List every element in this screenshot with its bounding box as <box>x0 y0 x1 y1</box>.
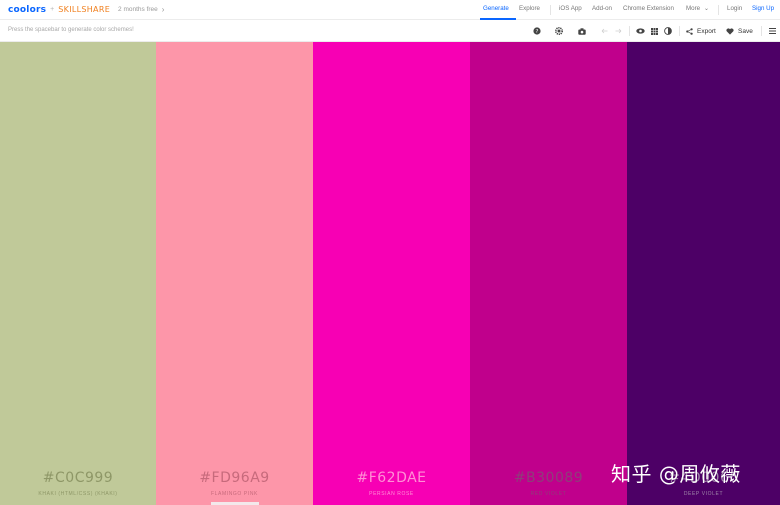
toolbar-divider <box>629 26 630 36</box>
swatch-hex[interactable]: #FD96A9 <box>156 470 313 486</box>
chevron-down-icon: ⌄ <box>703 5 710 12</box>
undo-icon[interactable] <box>599 24 609 38</box>
nav-ios-app[interactable]: iOS App <box>559 5 582 12</box>
swatch-hex[interactable]: #F62DAE <box>313 470 470 486</box>
color-swatch-4[interactable]: #B30089 RED VIOLET <box>470 42 627 505</box>
export-label: Export <box>697 27 716 35</box>
save-label: Save <box>738 27 753 35</box>
swatch-hex[interactable]: #C0C999 <box>0 470 156 486</box>
toolbar-divider <box>761 26 762 36</box>
nav-chrome-extension[interactable]: Chrome Extension <box>623 5 674 12</box>
gear-icon[interactable] <box>554 24 564 38</box>
color-swatch-3[interactable]: #F62DAE PERSIAN ROSE <box>313 42 470 505</box>
help-icon[interactable]: ? <box>532 24 542 38</box>
eye-icon[interactable] <box>635 24 645 38</box>
nav-divider <box>718 5 719 15</box>
color-swatch-2[interactable]: #FD96A9 FLAMINGO PINK <box>156 42 313 505</box>
svg-text:?: ? <box>536 29 539 35</box>
swatch-name: PERSIAN ROSE <box>369 491 414 497</box>
heart-icon <box>726 27 734 35</box>
swatch-name: FLAMINGO PINK <box>211 491 258 497</box>
swatch-hex[interactable]: #B30089 <box>470 470 627 486</box>
toolbar: Press the spacebar to generate color sch… <box>0 20 780 42</box>
login-link[interactable]: Login <box>727 5 742 12</box>
nav-more-label: More <box>686 5 701 12</box>
nav-add-on[interactable]: Add-on <box>592 5 612 12</box>
toolbar-divider <box>679 26 680 36</box>
swatch-name: DEEP VIOLET <box>683 491 724 497</box>
spacebar-hint: Press the spacebar to generate color sch… <box>8 27 134 33</box>
nav-more[interactable]: More ⌄ <box>686 5 709 12</box>
color-palette: #C0C999 KHAKI (HTML/CSS) (KHAKI) #FD96A9… <box>0 42 780 505</box>
redo-icon[interactable] <box>613 24 623 38</box>
nav-generate[interactable]: Generate <box>483 5 509 12</box>
top-navigation-bar: coolors + SKILLSHARE 2 months free › Gen… <box>0 0 780 20</box>
swatch-name: RED VIOLET <box>530 491 567 497</box>
nav-explore[interactable]: Explore <box>519 5 540 12</box>
grid-icon[interactable] <box>649 24 659 38</box>
contrast-icon[interactable] <box>663 24 673 38</box>
save-button[interactable]: Save <box>726 24 756 38</box>
camera-icon[interactable] <box>577 24 587 38</box>
swatch-name: KHAKI (HTML/CSS) (KHAKI) <box>38 491 118 497</box>
signup-link[interactable]: Sign Up <box>752 5 774 12</box>
export-button[interactable]: Export <box>686 24 720 38</box>
color-swatch-5[interactable]: #4D0066 DEEP VIOLET <box>627 42 780 505</box>
nav-divider <box>550 5 551 15</box>
menu-icon[interactable] <box>767 24 777 38</box>
color-swatch-1[interactable]: #C0C999 KHAKI (HTML/CSS) (KHAKI) <box>0 42 156 505</box>
watermark: 知乎 @周攸薇 <box>611 462 741 486</box>
main-nav: Generate Explore iOS App Add-on Chrome E… <box>0 0 780 20</box>
share-icon <box>686 27 693 35</box>
